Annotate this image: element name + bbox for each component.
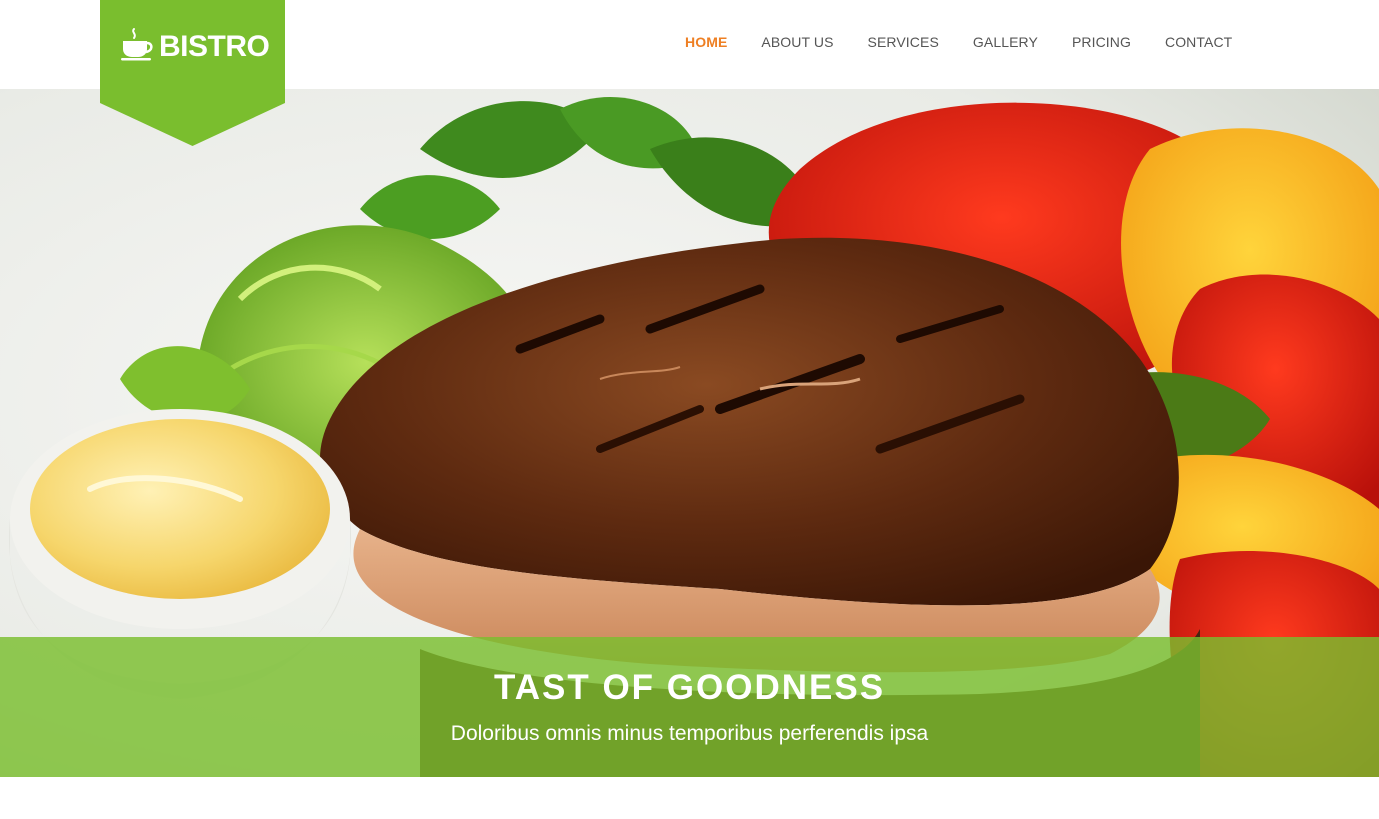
site-logo[interactable]: BISTRO [100, 0, 285, 146]
nav-services[interactable]: SERVICES [851, 33, 956, 51]
hero-caption: TAST OF GOODNESS Doloribus omnis minus t… [0, 637, 1379, 777]
nav-pricing[interactable]: PRICING [1055, 33, 1148, 51]
logo-brand: BISTRO [120, 27, 270, 66]
nav-contact[interactable]: CONTACT [1148, 33, 1249, 51]
page: HOME ABOUT US SERVICES GALLERY PRICING C… [0, 0, 1379, 819]
hero-slider: TAST OF GOODNESS Doloribus omnis minus t… [0, 89, 1379, 777]
logo-badge [100, 0, 285, 146]
nav-about-us[interactable]: ABOUT US [744, 33, 850, 51]
nav-gallery[interactable]: GALLERY [956, 33, 1055, 51]
hero-title: TAST OF GOODNESS [493, 668, 886, 707]
coffee-cup-icon [120, 27, 156, 66]
main-nav: HOME ABOUT US SERVICES GALLERY PRICING C… [668, 33, 1249, 51]
hero-subtitle: Doloribus omnis minus temporibus perfere… [450, 722, 929, 745]
logo-text: BISTRO [159, 29, 270, 63]
nav-home[interactable]: HOME [668, 33, 744, 51]
